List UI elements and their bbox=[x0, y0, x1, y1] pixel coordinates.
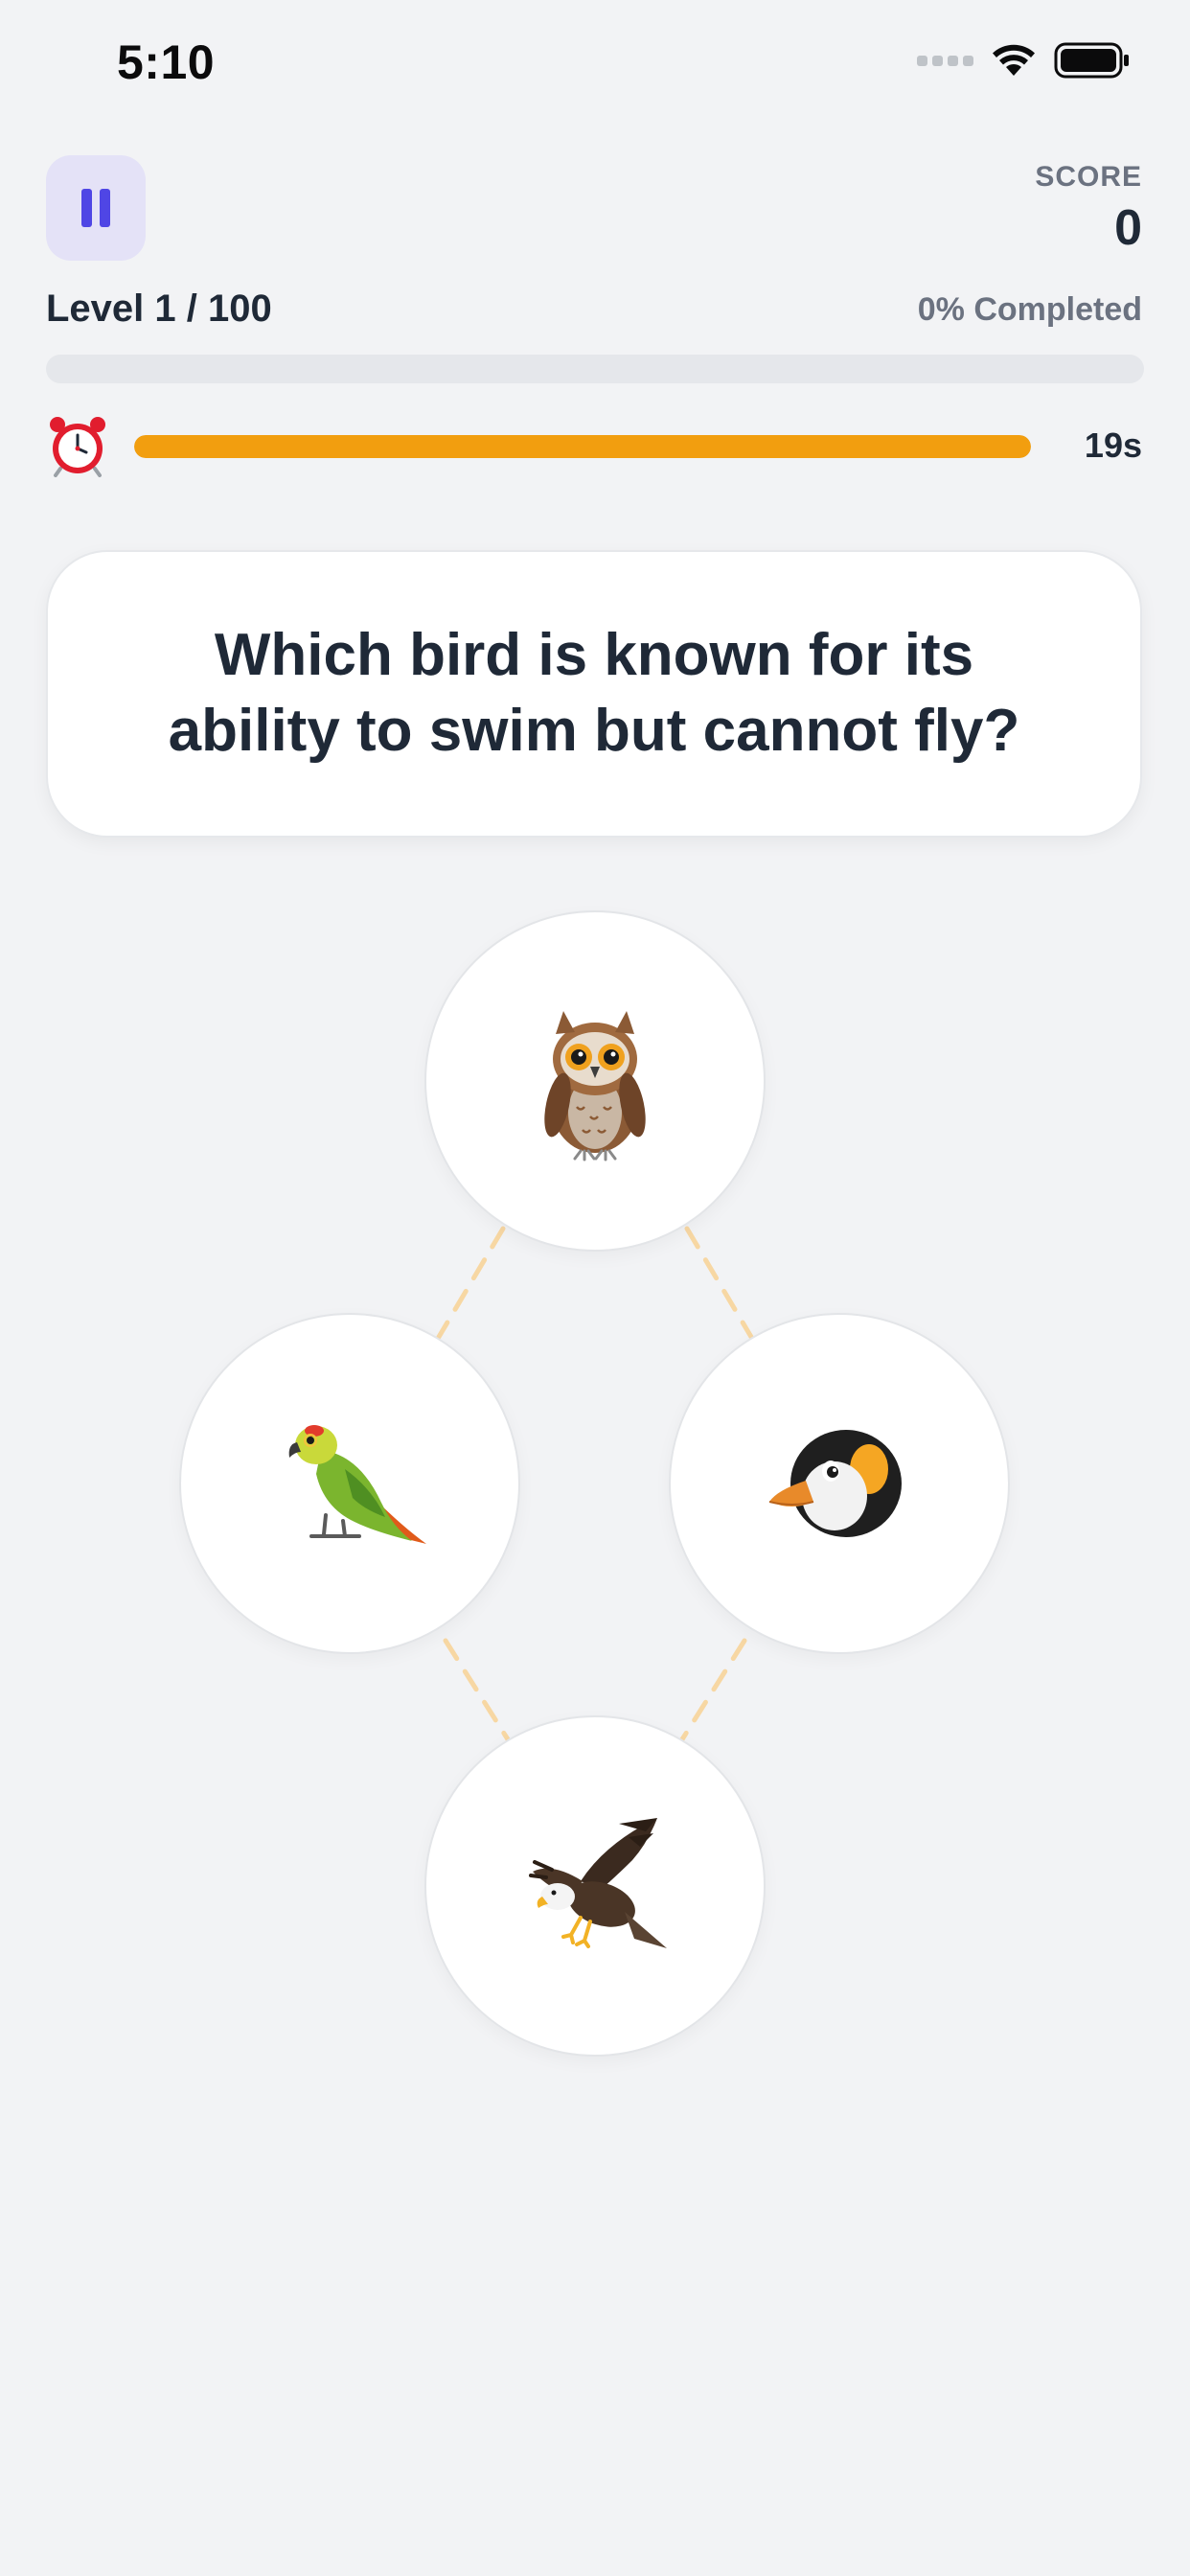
pause-button[interactable] bbox=[46, 155, 146, 261]
question-text: Which bird is known for its ability to s… bbox=[168, 622, 1020, 764]
quiz-screen: 5:10 SCORE 0 Level 1 / 100 0% Completed bbox=[0, 0, 1190, 2576]
timer-bar bbox=[134, 435, 1031, 458]
alarm-clock-icon bbox=[50, 417, 105, 477]
score-value: 0 bbox=[1114, 200, 1142, 256]
level-indicator: Level 1 / 100 bbox=[46, 288, 272, 330]
eagle-icon bbox=[529, 1818, 667, 1948]
status-time: 5:10 bbox=[117, 35, 216, 89]
penguin-icon bbox=[768, 1430, 902, 1537]
status-icons bbox=[917, 42, 1131, 79]
answer-option-owl[interactable] bbox=[424, 910, 766, 1252]
level-progress-bar bbox=[46, 355, 1144, 383]
parrot-icon bbox=[288, 1425, 426, 1544]
cellular-signal-icon bbox=[917, 55, 973, 66]
answer-option-penguin[interactable] bbox=[669, 1313, 1010, 1654]
question-card: Which bird is known for its ability to s… bbox=[46, 550, 1142, 838]
battery-icon bbox=[1054, 42, 1129, 79]
wifi-icon bbox=[993, 44, 1035, 76]
timer-bar-fill bbox=[134, 435, 1031, 458]
option-connectors bbox=[436, 1226, 754, 1742]
score-label: SCORE bbox=[1035, 161, 1142, 193]
answer-option-eagle[interactable] bbox=[424, 1715, 766, 2057]
timer-seconds: 19s bbox=[1084, 426, 1142, 465]
owl-icon bbox=[544, 1011, 646, 1162]
answer-option-parrot[interactable] bbox=[179, 1313, 520, 1654]
pause-icon bbox=[81, 189, 110, 227]
completion-percentage: 0% Completed bbox=[917, 291, 1142, 328]
